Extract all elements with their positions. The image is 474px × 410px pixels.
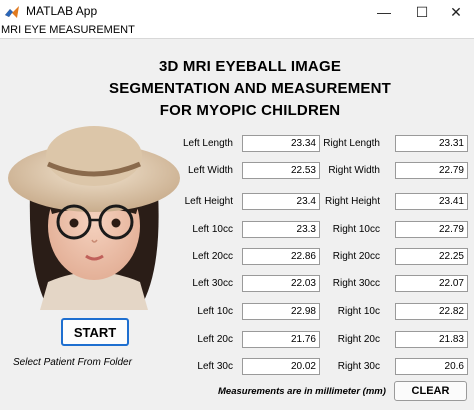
- right-length-field[interactable]: 23.31: [395, 135, 468, 152]
- right-width-label: Right Width: [328, 165, 380, 176]
- right-width-field[interactable]: 22.79: [395, 162, 468, 179]
- right-20cc-label: Right 20cc: [332, 251, 380, 262]
- left-width-field[interactable]: 22.53: [242, 162, 320, 179]
- right-10c-label: Right 10c: [337, 306, 380, 317]
- right-height-field[interactable]: 23.41: [395, 193, 468, 210]
- left-10c-label: Left 10c: [197, 306, 233, 317]
- right-20cc-field[interactable]: 22.25: [395, 248, 468, 265]
- right-30cc-field[interactable]: 22.07: [395, 275, 468, 292]
- start-button[interactable]: START: [61, 318, 129, 346]
- left-20c-field[interactable]: 21.76: [242, 331, 320, 348]
- left-30cc-field[interactable]: 22.03: [242, 275, 320, 292]
- heading-line-3: FOR MYOPIC CHILDREN: [159, 102, 341, 119]
- right-30cc-label: Right 30cc: [332, 278, 380, 289]
- left-20cc-label: Left 20cc: [192, 251, 233, 262]
- left-10cc-label: Left 10cc: [192, 224, 233, 235]
- close-button[interactable]: ✕: [438, 0, 474, 24]
- units-note: Measurements are in millimeter (mm): [218, 386, 386, 397]
- clear-button[interactable]: CLEAR: [394, 381, 467, 401]
- left-width-label: Left Width: [187, 165, 233, 176]
- left-30c-label: Left 30c: [197, 361, 233, 372]
- right-30c-field[interactable]: 20.6: [395, 358, 468, 375]
- right-10cc-label: Right 10cc: [332, 224, 380, 235]
- left-30c-field[interactable]: 20.02: [242, 358, 320, 375]
- right-30c-label: Right 30c: [337, 361, 380, 372]
- heading-line-2: SEGMENTATION AND MEASUREMENT: [109, 80, 391, 97]
- left-length-label: Left Length: [182, 138, 233, 149]
- left-height-field[interactable]: 23.4: [242, 193, 320, 210]
- maximize-button[interactable]: ☐: [404, 0, 440, 24]
- heading-line-1: 3D MRI EYEBALL IMAGE: [158, 58, 342, 75]
- matlab-icon: [5, 6, 19, 18]
- select-patient-note: Select Patient From Folder: [13, 357, 132, 368]
- right-10c-field[interactable]: 22.82: [395, 303, 468, 320]
- right-10cc-field[interactable]: 22.79: [395, 221, 468, 238]
- right-length-label: Right Length: [323, 138, 380, 149]
- left-height-label: Left Height: [184, 196, 233, 207]
- right-height-label: Right Height: [324, 196, 380, 207]
- left-10c-field[interactable]: 22.98: [242, 303, 320, 320]
- left-20cc-field[interactable]: 22.86: [242, 248, 320, 265]
- right-20c-field[interactable]: 21.83: [395, 331, 468, 348]
- right-20c-label: Right 20c: [337, 334, 380, 345]
- left-10cc-field[interactable]: 23.3: [242, 221, 320, 238]
- window-title: MATLAB App: [26, 4, 98, 18]
- left-length-field[interactable]: 23.34: [242, 135, 320, 152]
- left-30cc-label: Left 30cc: [192, 278, 233, 289]
- panel-title: MRI EYE MEASUREMENT: [1, 24, 135, 36]
- patient-photo: [8, 122, 180, 310]
- left-20c-label: Left 20c: [197, 334, 233, 345]
- title-bar: MATLAB App — ☐ ✕: [0, 0, 474, 24]
- panel-label-bar: MRI EYE MEASUREMENT: [0, 24, 474, 39]
- minimize-button[interactable]: —: [366, 0, 402, 24]
